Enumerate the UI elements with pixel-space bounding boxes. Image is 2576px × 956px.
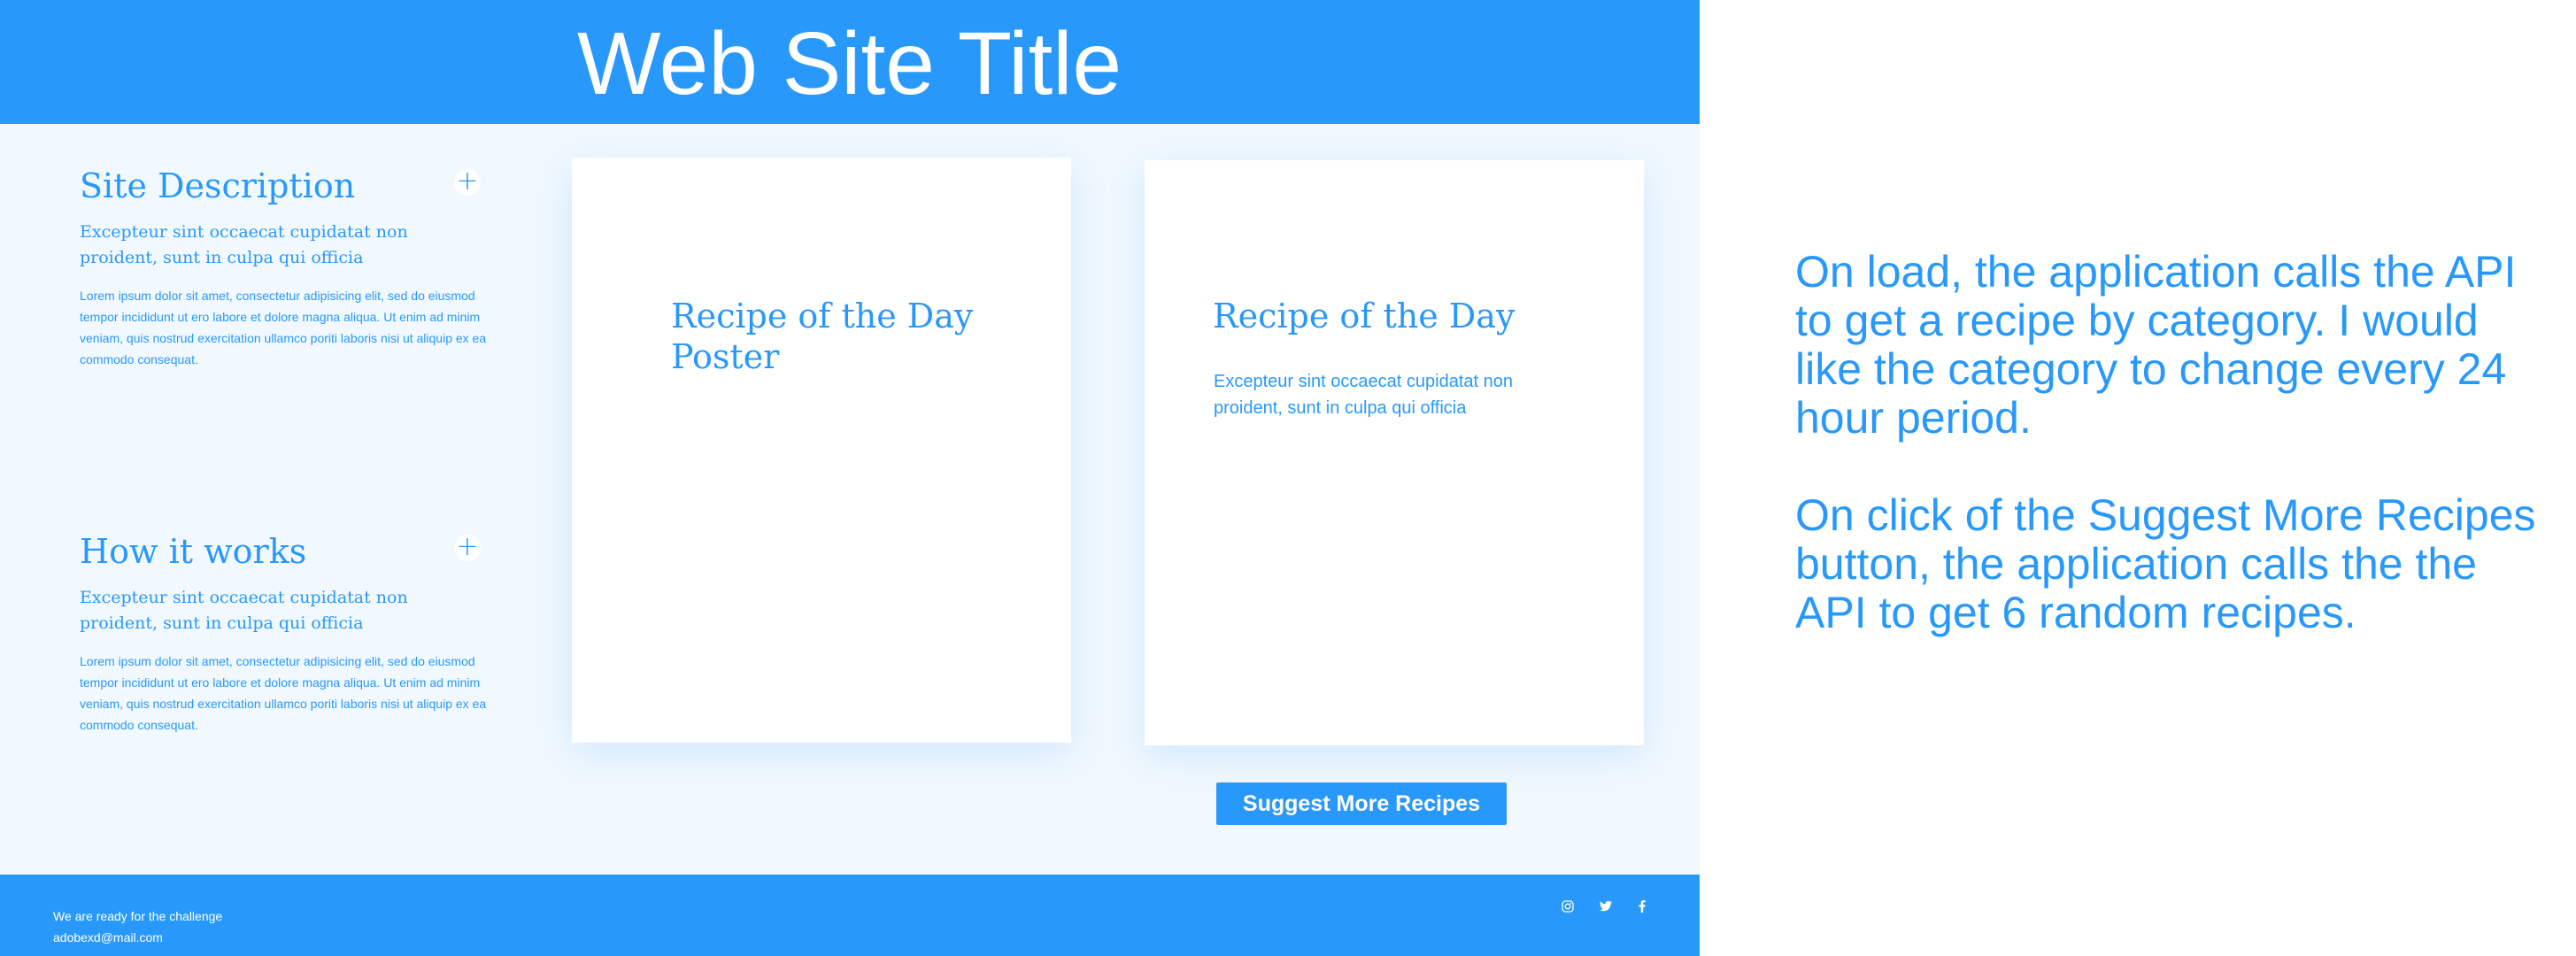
site-description-section: Site Description Excepteur sint occaecat… — [80, 165, 487, 370]
footer-email[interactable]: adobexd@mail.com — [53, 929, 163, 946]
developer-notes: On load, the application calls the API t… — [1795, 248, 2557, 637]
site-title: Web Site Title — [577, 14, 1122, 113]
site-description-subheading: Excepteur sint occaecat cupidatat non pr… — [80, 222, 408, 267]
twitter-icon[interactable] — [1595, 896, 1616, 917]
how-it-works-expand-button[interactable]: + — [454, 534, 481, 561]
site-description-heading: Site Description — [80, 166, 356, 205]
how-it-works-body: Lorem ipsum dolor sit amet, consectetur … — [80, 654, 487, 732]
suggest-more-recipes-button[interactable]: Suggest More Recipes — [1216, 783, 1507, 825]
how-it-works-heading: How it works — [80, 532, 307, 571]
footer-tagline: We are ready for the challenge — [53, 909, 223, 923]
website-mockup: Web Site Title Site Description Excepteu… — [0, 0, 1700, 956]
recipe-of-the-day-text: Excepteur sint occaecat cupidatat non pr… — [1214, 372, 1513, 418]
instagram-icon[interactable] — [1557, 896, 1578, 917]
recipe-of-the-day-card[interactable]: Recipe of the Day Excepteur sint occaeca… — [1145, 160, 1644, 745]
recipe-poster-title: Recipe of the Day Poster — [671, 297, 974, 376]
site-footer — [0, 875, 1700, 956]
recipe-poster-card[interactable]: Recipe of the Day Poster — [572, 158, 1071, 743]
site-description-body: Lorem ipsum dolor sit amet, consectetur … — [80, 289, 487, 366]
how-it-works-subheading: Excepteur sint occaecat cupidatat non pr… — [80, 588, 408, 633]
facebook-icon[interactable] — [1631, 896, 1653, 917]
notes-paragraph-suggest: On click of the Suggest More Recipes but… — [1795, 490, 2536, 637]
site-description-expand-button[interactable]: + — [454, 168, 481, 196]
notes-paragraph-load: On load, the application calls the API t… — [1795, 247, 2517, 443]
site-header: Web Site Title — [0, 0, 1700, 124]
how-it-works-section: How it works Excepteur sint occaecat cup… — [80, 530, 487, 736]
recipe-of-the-day-title: Recipe of the Day — [1213, 297, 1516, 335]
